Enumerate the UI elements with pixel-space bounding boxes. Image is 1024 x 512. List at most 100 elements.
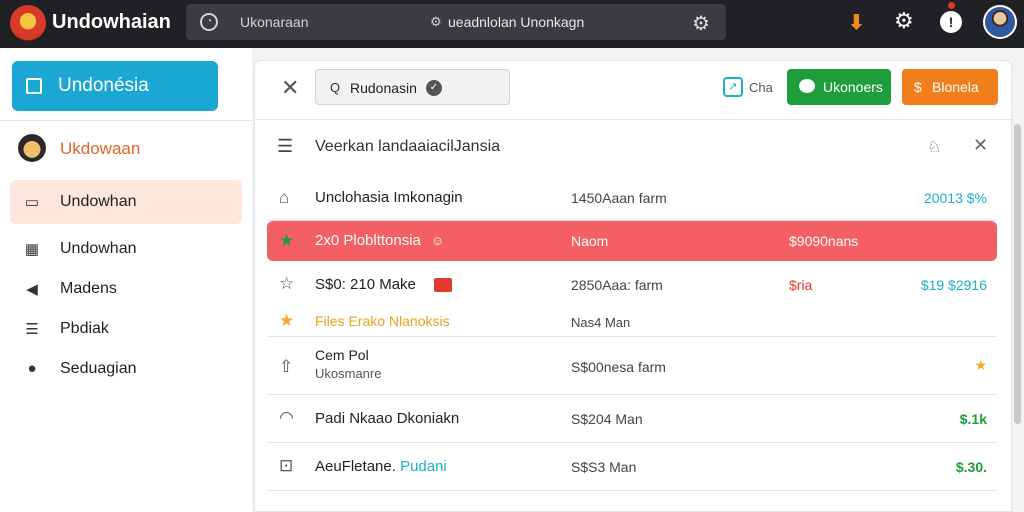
row-name: S$0: 210 Make: [315, 276, 452, 293]
sidebar-item-calendar[interactable]: ▦ Undowhan: [10, 227, 242, 271]
sidebar-user[interactable]: Ukdowaan: [0, 130, 252, 170]
list-icon: ☰: [25, 321, 39, 338]
table-row[interactable]: ⇧ Cem Pol Ukosmanre S$00nesa farm ★: [267, 337, 997, 395]
sidebar-item-inbox[interactable]: ▭ Undowhan: [10, 180, 242, 224]
table-row[interactable]: ◠ Padi Nkaao Dkoniakn S$204 Man $.1k: [267, 395, 997, 443]
row-size: S$204 Man: [571, 411, 643, 427]
inbox-icon: ▭: [24, 194, 40, 211]
table-row[interactable]: ★ Files Erako Nlanoksis Nas4 Man: [267, 305, 997, 337]
row-name: Padi Nkaao Dkoniakn: [315, 410, 460, 427]
sidebar-brand[interactable]: Undonésia: [12, 61, 218, 111]
orange-button-label: Blonela: [932, 79, 979, 95]
app-logo[interactable]: [10, 5, 46, 41]
search-text: ueadnlolan Unonkagn: [448, 14, 585, 30]
main-panel: ✕ Q Rudonasin ✓ ↗ Cha Ukonoers $ Blonela…: [254, 60, 1013, 512]
sidebar-item-label: Undowhan: [60, 193, 137, 210]
share-label[interactable]: Cha: [749, 80, 773, 95]
row-status: $9090nans: [789, 233, 859, 249]
sidebar-item-madens[interactable]: ◀ Madens: [10, 267, 242, 311]
settings-icon[interactable]: ⚙: [894, 8, 914, 34]
download-arrow-icon[interactable]: ⬇: [848, 10, 865, 35]
row-size: Naom: [571, 233, 609, 249]
star-outline-icon: ☆: [279, 274, 295, 293]
user-avatar-icon: [18, 134, 46, 162]
row-star-icon[interactable]: ★: [974, 357, 987, 374]
home-icon: ⌂: [279, 188, 290, 207]
top-bar: Undowhaian ◔ Ukonaraan ⚙ ueadnlolan Unon…: [0, 0, 1024, 48]
notification-dot: [948, 2, 955, 9]
megaphone-icon: ◀: [26, 281, 38, 298]
row-subtitle: Ukosmanre: [315, 366, 382, 381]
alert-icon: ●: [27, 360, 37, 377]
sidebar-item-label: Madens: [60, 280, 117, 297]
filter-chip[interactable]: Q Rudonasin ✓: [315, 69, 510, 105]
top-search-field[interactable]: ◔ Ukonaraan ⚙ ueadnlolan Unonkagn ⚙: [186, 4, 726, 40]
sidebar-divider: [0, 120, 252, 121]
sidebar-item-label: Undowhan: [60, 240, 137, 257]
clock-icon: ◔: [200, 13, 218, 31]
table-row[interactable]: ⊡ AeuFletane. Pudani S$S3 Man $.30.: [267, 443, 997, 491]
row-size: 2850Aaa: farm: [571, 277, 663, 293]
orange-action-button[interactable]: $ Blonela: [902, 69, 998, 105]
row-name-accent: Pudani: [400, 458, 447, 475]
sidebar-item-seduagian[interactable]: ● Seduagian: [10, 347, 242, 391]
star-icon: ★: [279, 311, 295, 330]
row-name: 2x0 Ploblttonsia ☺: [315, 232, 444, 249]
row-name-text: S$0: 210 Make: [315, 276, 416, 293]
filter-chip-label: Rudonasin: [350, 80, 417, 96]
row-size: S$S3 Man: [571, 459, 637, 475]
star-icon: ★: [279, 231, 295, 250]
row-size: 1450Aaan farm: [571, 190, 667, 206]
row-name: Cem Pol: [315, 347, 369, 363]
dollar-icon: $: [914, 79, 922, 95]
sidebar: Undonésia Ukdowaan ▭ Undowhan ▦ Undowhan…: [0, 48, 252, 512]
calendar-icon: ▦: [24, 241, 40, 258]
chat-icon: [799, 79, 815, 93]
share-icon[interactable]: ↗: [723, 77, 743, 97]
check-icon: ✓: [426, 80, 442, 96]
small-gear-icon: ⚙: [430, 14, 442, 29]
green-action-button[interactable]: Ukonoers: [787, 69, 891, 105]
sidebar-item-pbdiak[interactable]: ☰ Pbdiak: [10, 307, 242, 351]
table-row-highlighted[interactable]: ★ 2x0 Ploblttonsia ☺ Naom $9090nans: [267, 221, 997, 261]
gear-icon[interactable]: ⚙: [692, 11, 710, 36]
box-icon: ⊡: [279, 456, 294, 475]
scrollbar[interactable]: [1014, 124, 1021, 424]
row-price: $.30.: [955, 459, 987, 475]
table-row[interactable]: ☆ S$0: 210 Make 2850Aaa: farm $ria $19 $…: [267, 265, 997, 305]
close-icon[interactable]: ✕: [281, 75, 299, 101]
row-name: AeuFletane. Pudani: [315, 458, 447, 475]
square-icon: [26, 78, 42, 94]
app-title: Undowhaian: [52, 11, 171, 33]
row-size: Nas4 Man: [571, 315, 631, 330]
sidebar-user-label: Ukdowaan: [60, 139, 141, 158]
avatar[interactable]: [983, 5, 1017, 39]
panel-divider: [255, 119, 1013, 120]
sidebar-item-label: Pbdiak: [60, 320, 109, 337]
row-name-text: 2x0 Ploblttonsia: [315, 232, 421, 249]
row-name-text: AeuFletane.: [315, 458, 396, 475]
row-price: $.1k: [959, 411, 987, 427]
upload-icon: ⇧: [279, 357, 294, 376]
table-row[interactable]: ⌂ Unclohasia Imkonagin 1450Aaan farm 200…: [267, 175, 997, 221]
bell-icon[interactable]: ♘: [927, 137, 941, 157]
row-name: Unclohasia Imkonagin: [315, 189, 463, 206]
row-price: 20013 $%: [923, 190, 987, 206]
close-icon[interactable]: ✕: [973, 135, 988, 156]
sidebar-brand-label: Undonésia: [58, 75, 149, 96]
list-header: ☰ Veerkan landaaiacilJansia ♘ ✕: [255, 121, 1013, 175]
row-status: $ria: [789, 277, 813, 293]
green-button-label: Ukonoers: [823, 79, 883, 95]
search-icon: Q: [330, 80, 341, 95]
document-icon: ☰: [277, 136, 294, 156]
row-size: S$00nesa farm: [571, 359, 666, 375]
lock-icon: ◠: [279, 408, 294, 427]
red-badge-icon: [433, 278, 452, 293]
emoji-icon: ☺: [430, 233, 445, 248]
list-header-title: Veerkan landaaiacilJansia: [315, 138, 501, 155]
row-name: Files Erako Nlanoksis: [315, 313, 450, 329]
sidebar-item-label: Seduagian: [60, 360, 137, 377]
search-placeholder: Ukonaraan: [240, 14, 309, 30]
row-price: $19 $2916: [920, 277, 987, 293]
info-icon[interactable]: !: [940, 11, 962, 33]
